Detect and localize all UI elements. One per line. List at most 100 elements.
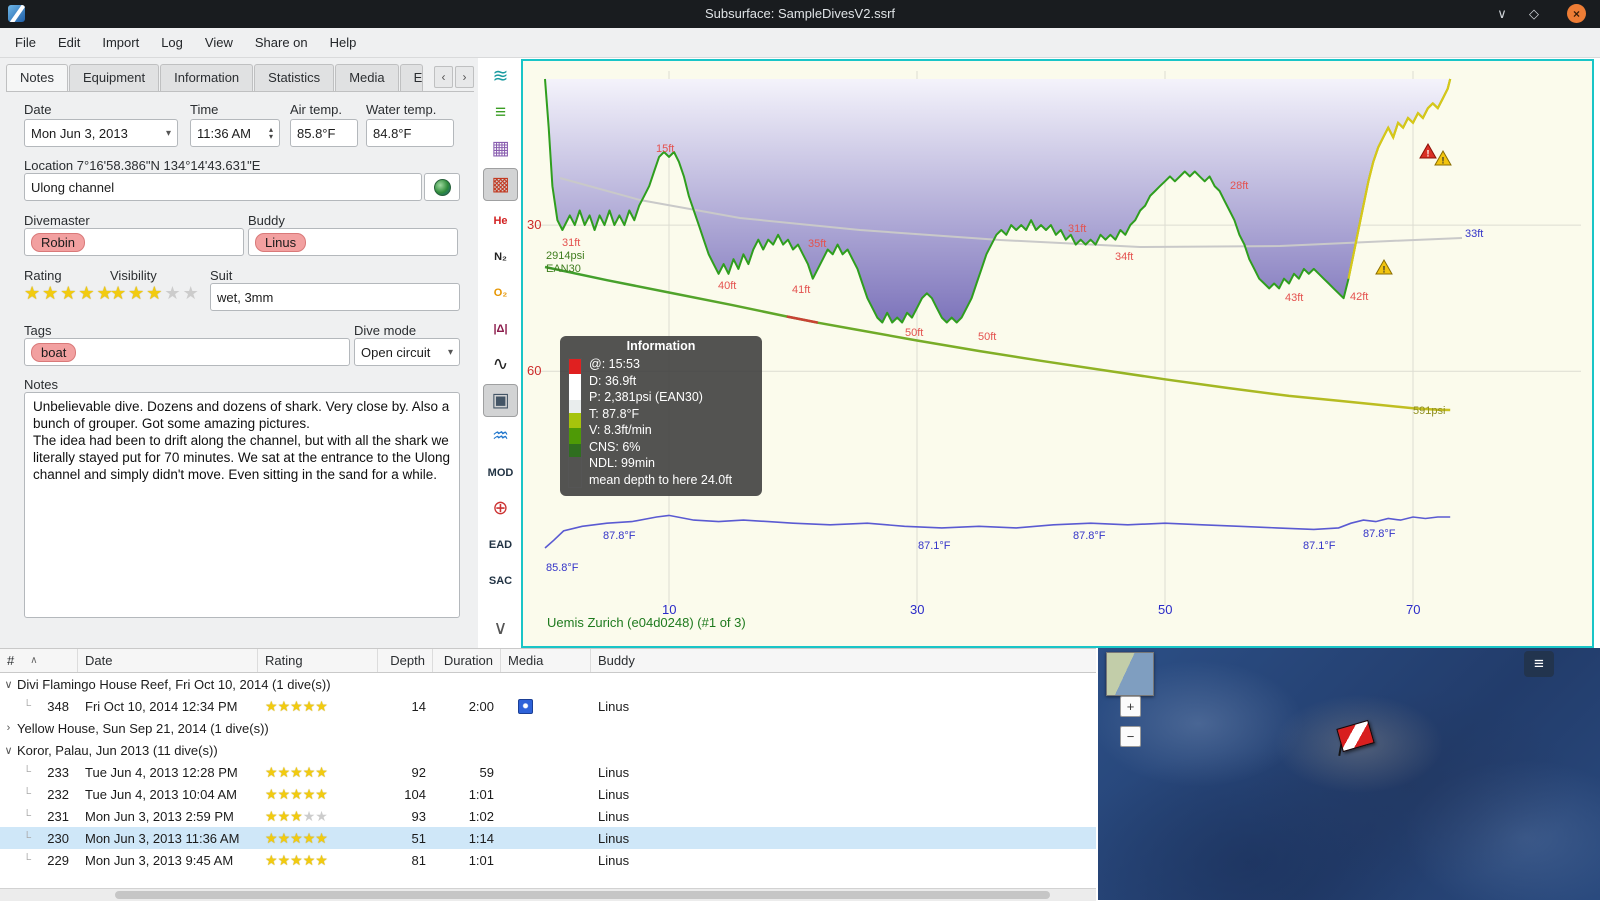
oxygen-pp-icon[interactable]: O₂ — [483, 276, 518, 309]
dive-mode-select[interactable]: Open circuit ▾ — [354, 338, 460, 366]
time-label: Time — [190, 102, 219, 117]
calculated-ceiling-icon[interactable]: ▩ — [483, 168, 518, 201]
photos-icon[interactable]: ▣ — [483, 384, 518, 417]
expand-icon[interactable]: › — [0, 722, 17, 734]
dive-site-map[interactable]: + − ≡ — [1098, 648, 1600, 900]
menu-view[interactable]: View — [194, 31, 244, 54]
dive-row[interactable]: └ 348 Fri Oct 10, 2014 12:34 PM ★ ★ ★ ★ ★ 14 2:00… — [0, 695, 1096, 717]
col-header-buddy[interactable]: Buddy — [591, 649, 1096, 672]
menu-share-on[interactable]: Share on — [244, 31, 319, 54]
menu-import[interactable]: Import — [91, 31, 150, 54]
tab-scroll-right-button[interactable]: › — [455, 66, 474, 88]
dc-ceiling-icon[interactable]: ⊕ — [483, 492, 518, 525]
buddy-tag[interactable]: Linus — [255, 232, 307, 252]
col-header-date[interactable]: Date — [78, 649, 258, 672]
dive-list-header: # ∧ Date Rating Depth Duration Media Buddy — [0, 649, 1096, 673]
col-header-depth[interactable]: Depth — [378, 649, 433, 672]
sort-asc-icon: ∧ — [30, 655, 38, 666]
divemaster-field[interactable]: Robin — [24, 228, 244, 256]
heart-rate-icon[interactable]: ∿ — [483, 348, 518, 381]
trip-row[interactable]: ∨ Koror, Palau, Jun 2013 (11 dive(s)) — [0, 739, 1096, 761]
location-input[interactable]: Ulong channel — [24, 173, 422, 201]
map-menu-button[interactable]: ≡ — [1524, 651, 1554, 677]
tab-media[interactable]: Media — [335, 64, 399, 91]
profile-annotation: 35ft — [808, 238, 826, 250]
visibility-stars[interactable]: ★★★★★ — [110, 284, 201, 302]
collapse-icon[interactable]: ∨ — [0, 678, 17, 691]
time-axis-label: 30 — [910, 602, 924, 617]
ead-icon[interactable]: EAD — [483, 528, 518, 561]
dive-buddy: Linus — [598, 764, 630, 780]
scrollbar-handle[interactable] — [115, 891, 1050, 899]
info-line: P: 2,381psi (EAN30) — [589, 390, 703, 404]
diver-profile-icon[interactable]: ≋ — [483, 60, 518, 93]
gas-delta-icon[interactable]: |Δ| — [483, 312, 518, 345]
water-temp-field[interactable]: 84.8°F — [366, 119, 454, 147]
divemaster-tag[interactable]: Robin — [31, 232, 85, 252]
collapse-icon[interactable]: ∨ — [0, 744, 17, 757]
close-button[interactable]: × — [1567, 4, 1586, 23]
tab-equipment[interactable]: Equipment — [68, 64, 160, 91]
tank-bar-icon[interactable]: ♒ — [483, 420, 518, 453]
dive-list-rows: ∨ Divi Flamingo House Reef, Fri Oct 10, 2… — [0, 673, 1096, 871]
dive-row[interactable]: └ 230 Mon Jun 3, 2013 11:36 AM ★ ★ ★ ★ ★ 51 1:14 L… — [0, 827, 1096, 849]
tab-statistics[interactable]: Statistics — [254, 64, 335, 91]
air-temp-field[interactable]: 85.8°F — [290, 119, 358, 147]
dive-row[interactable]: └ 233 Tue Jun 4, 2013 12:28 PM ★ ★ ★ ★ ★ 92 59 Lin… — [0, 761, 1096, 783]
dive-row[interactable]: └ 231 Mon Jun 3, 2013 2:59 PM ★ ★ ★ ★ ★ 93 1:02 Li… — [0, 805, 1096, 827]
tags-field[interactable]: boat — [24, 338, 350, 366]
dive-number: 232 — [47, 786, 69, 802]
minimize-button[interactable]: ∨ — [1490, 0, 1514, 28]
tab-information[interactable]: Information — [160, 64, 254, 91]
tab-notes[interactable]: Notes — [6, 64, 68, 91]
info-box-title: Information — [626, 339, 696, 353]
col-header-rating[interactable]: Rating — [258, 649, 378, 672]
nitrogen-pp-icon[interactable]: N₂ — [483, 240, 518, 273]
menu-edit[interactable]: Edit — [47, 31, 91, 54]
rating-stars[interactable]: ★★★★★ — [24, 284, 115, 302]
dive-row[interactable]: └ 232 Tue Jun 4, 2013 10:04 AM ★ ★ ★ ★ ★ 104 1:01… — [0, 783, 1096, 805]
trip-row[interactable]: ∨ Divi Flamingo House Reef, Fri Oct 10, 2… — [0, 673, 1096, 695]
maximize-button[interactable]: ◇ — [1522, 0, 1546, 28]
map-globe-button[interactable] — [424, 173, 460, 201]
tab-bar: Notes Equipment Information Statistics Media… — [6, 64, 474, 92]
helium-pp-icon[interactable]: He — [483, 204, 518, 237]
suit-field[interactable]: wet, 3mm — [210, 283, 460, 311]
ceiling-icon[interactable]: ▦ — [483, 132, 518, 165]
tissues-icon[interactable]: ≡ — [483, 96, 518, 129]
trip-row[interactable]: › Yellow House, Sun Sep 21, 2014 (1 dive(… — [0, 717, 1096, 739]
toolbar-scroll-down-icon[interactable]: ∨ — [483, 612, 518, 645]
overview-minimap[interactable] — [1106, 652, 1154, 696]
trip-label: Divi Flamingo House Reef, Fri Oct 10, 20… — [17, 676, 331, 692]
sac-icon[interactable]: SAC — [483, 564, 518, 597]
zoom-in-button[interactable]: + — [1120, 696, 1141, 717]
time-input[interactable]: 11:36 AM ▴ ▾ — [190, 119, 280, 147]
col-header-num[interactable]: # ∧ — [0, 649, 78, 672]
zoom-out-button[interactable]: − — [1120, 726, 1141, 747]
spin-down-icon[interactable]: ▾ — [269, 133, 273, 141]
tag-boat[interactable]: boat — [31, 342, 77, 362]
col-header-duration[interactable]: Duration — [433, 649, 501, 672]
profile-annotation: 85.8°F — [546, 562, 579, 574]
tab-scroll-left-button[interactable]: ‹ — [434, 66, 453, 88]
col-header-media[interactable]: Media — [501, 649, 591, 672]
tab-e[interactable]: E — [399, 64, 424, 91]
star-icon: ★ — [182, 283, 201, 303]
menu-help[interactable]: Help — [319, 31, 368, 54]
dive-rating: ★ ★ ★ ★ ★ — [258, 695, 378, 717]
tree-branch-icon: └ — [23, 788, 31, 800]
media-photo-icon[interactable] — [518, 698, 533, 714]
mod-icon[interactable]: MOD — [483, 456, 518, 489]
profile-annotation: 42ft — [1350, 291, 1368, 303]
dive-profile-panel[interactable]: 31ft 2914psi EAN30 15ft 40ft 35ft 41ft 50ft 50ft… — [521, 59, 1594, 648]
dive-row[interactable]: └ 229 Mon Jun 3, 2013 9:45 AM ★ ★ ★ ★ ★ 81 1:01 Li… — [0, 849, 1096, 871]
menu-log[interactable]: Log — [150, 31, 194, 54]
horizontal-scrollbar[interactable] — [0, 888, 1096, 901]
menu-file[interactable]: File — [4, 31, 47, 54]
buddy-field[interactable]: Linus — [248, 228, 458, 256]
date-select[interactable]: Mon Jun 3, 2013 ▾ — [24, 119, 178, 147]
notes-textarea[interactable]: Unbelievable dive. Dozens and dozens of … — [24, 392, 460, 618]
dive-number-cell: └ 230 — [0, 827, 78, 849]
dive-flag-marker[interactable] — [1336, 719, 1376, 758]
time-spinner[interactable]: ▴ ▾ — [269, 126, 273, 141]
